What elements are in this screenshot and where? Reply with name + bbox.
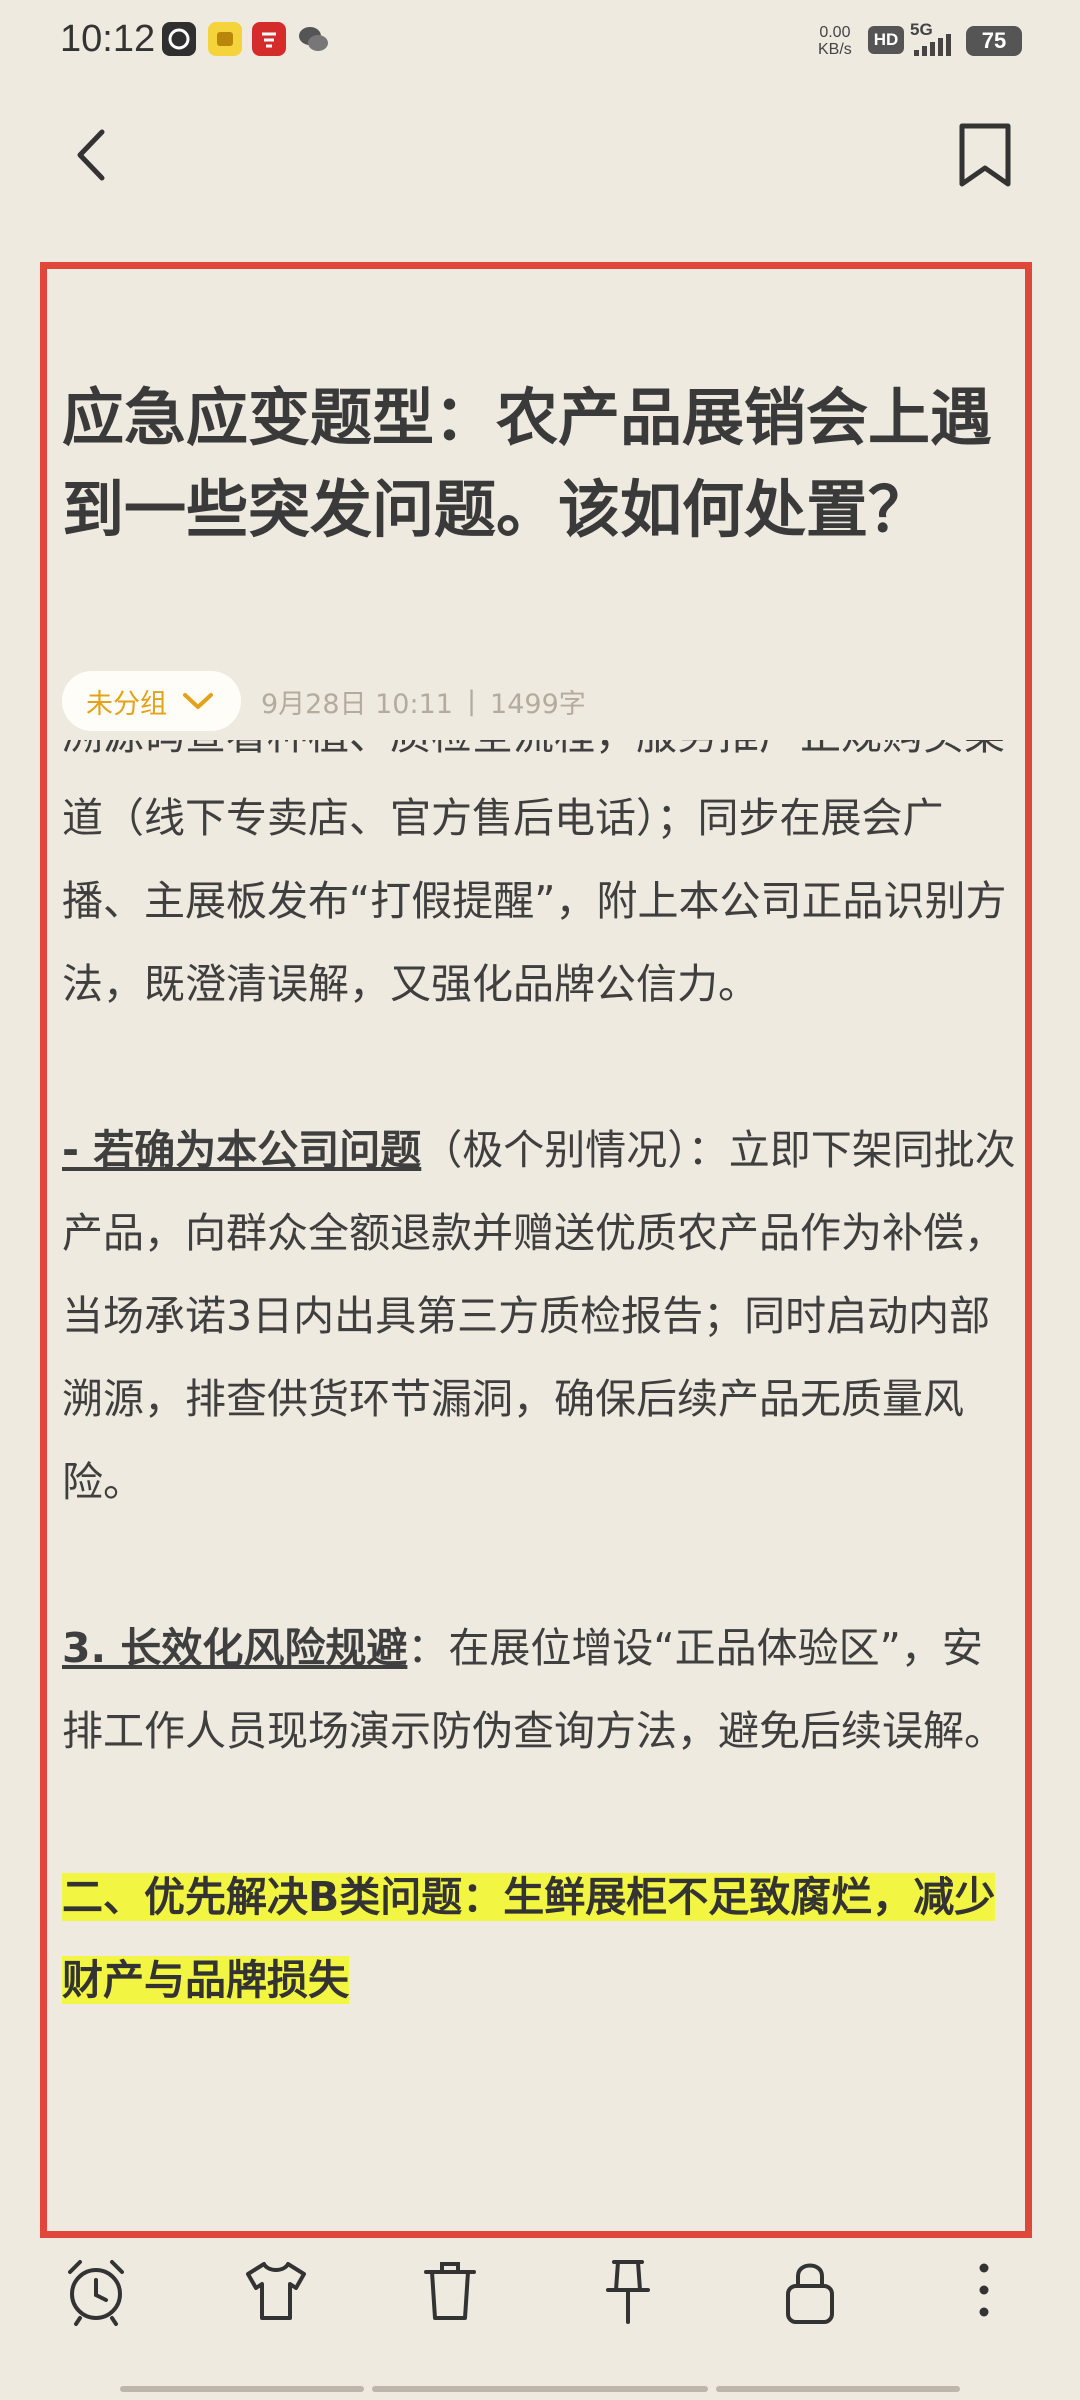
- network-speed-value: 0.00: [819, 24, 851, 41]
- note-body[interactable]: 溯源码查看种植、质检全流程，服务推广正规购买渠道（线下专卖店、官方售后电话）；同…: [62, 740, 1022, 2210]
- battery-indicator: 75: [966, 26, 1022, 56]
- app-notification-icon: [162, 22, 196, 56]
- scroll-indicator: [120, 2386, 364, 2392]
- skin-button[interactable]: [236, 2250, 316, 2330]
- network-speed: 0.00 KB/s: [818, 24, 852, 58]
- delete-button[interactable]: [410, 2250, 490, 2330]
- trash-icon: [424, 2262, 476, 2320]
- network-speed-unit: KB/s: [818, 41, 852, 58]
- note-date: 9月28日 10:11: [261, 688, 453, 720]
- reminder-button[interactable]: [56, 2250, 136, 2330]
- paragraph-text: （极个别情况）：立即下架同批次产品，向群众全额退款并赠送优质农产品作为补偿，当场…: [62, 1126, 1016, 1506]
- note-content[interactable]: 溯源码查看种植、质检全流程，服务推广正规购买渠道（线下专卖店、官方售后电话）；同…: [62, 740, 1022, 2105]
- bookmark-button[interactable]: [950, 118, 1020, 192]
- more-button[interactable]: [944, 2250, 1024, 2330]
- paragraph-text: 溯源码查看种植、质检全流程，服务推广正规购买渠道（线下专卖店、官方售后电话）；同…: [62, 740, 1007, 1008]
- hd-badge: HD: [868, 26, 904, 54]
- app-notification-icon: [252, 22, 286, 56]
- paragraph: 二、优先解决B类问题：生鲜展柜不足致腐烂，减少财产与品牌损失: [62, 1856, 1022, 2022]
- more-vertical-icon: [979, 2263, 989, 2317]
- paragraph-heading: - 若确为本公司问题: [62, 1126, 422, 1174]
- chevron-down-icon: [183, 693, 213, 709]
- chevron-left-icon: [77, 129, 105, 181]
- highlighted-heading: 二、优先解决B类问题：生鲜展柜不足致腐烂，减少财产与品牌损失: [62, 1873, 996, 2004]
- note-meta: 未分组 9月28日 10:11 | 1499字: [62, 670, 586, 732]
- meta-separator: |: [466, 685, 477, 717]
- paragraph: - 若确为本公司问题（极个别情况）：立即下架同批次产品，向群众全额退款并赠送优质…: [62, 1109, 1022, 1524]
- network-type: 5G: [910, 20, 933, 39]
- status-time: 10:12: [60, 18, 156, 60]
- scroll-indicator: [716, 2386, 960, 2392]
- t-shirt-icon: [246, 2262, 306, 2320]
- app-notification-icon: [208, 22, 242, 56]
- group-selector[interactable]: 未分组: [62, 671, 241, 731]
- status-bar: 10:12 0.00 KB/s HD 5G 75: [0, 0, 1080, 80]
- lock-button[interactable]: [770, 2250, 850, 2330]
- lock-icon: [786, 2263, 834, 2324]
- signal-icon: 5G: [910, 20, 966, 60]
- back-button[interactable]: [60, 120, 130, 190]
- pin-icon: [606, 2260, 650, 2324]
- bottom-toolbar: [0, 2240, 1080, 2350]
- paragraph-heading: 3. 长效化风险规避: [62, 1624, 408, 1672]
- note-title[interactable]: 应急应变题型：农产品展销会上遇到一些突发问题。该如何处置？: [62, 372, 1022, 556]
- scroll-indicator: [372, 2386, 708, 2392]
- wechat-icon: [296, 22, 330, 56]
- alarm-clock-icon: [68, 2260, 124, 2326]
- group-label: 未分组: [86, 688, 167, 720]
- note-info: 9月28日 10:11 | 1499字: [261, 682, 586, 721]
- paragraph: 溯源码查看种植、质检全流程，服务推广正规购买渠道（线下专卖店、官方售后电话）；同…: [62, 740, 1022, 1026]
- bookmark-icon: [959, 123, 1011, 187]
- paragraph: 3. 长效化风险规避：在展位增设“正品体验区”，安排工作人员现场演示防伪查询方法…: [62, 1607, 1022, 1773]
- word-count: 1499字: [490, 688, 586, 720]
- pin-button[interactable]: [588, 2250, 668, 2330]
